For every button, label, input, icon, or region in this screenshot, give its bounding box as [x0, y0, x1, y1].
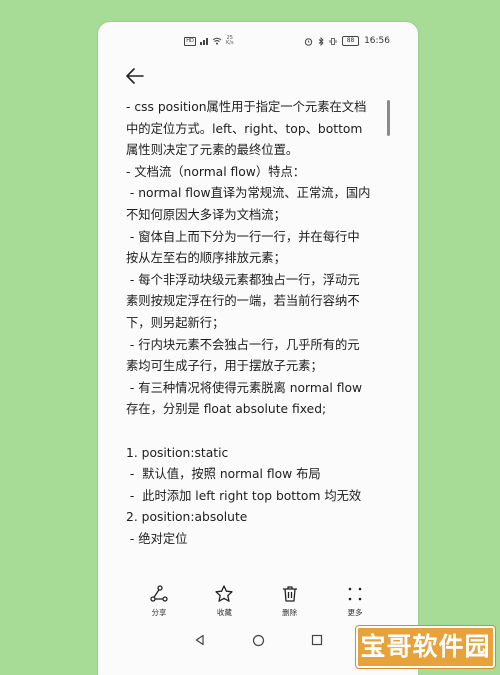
content-line: - 文档流（normal flow）特点：	[126, 164, 306, 179]
content-line: 素则按规定浮在行的一端，若当前行容纳不	[126, 294, 360, 309]
content-line: - css position属性用于指定一个元素在文档	[126, 100, 367, 114]
content-line: 下，则另起新行；	[126, 315, 225, 330]
content-line: 2. position:absolute	[126, 510, 248, 525]
status-right: 88 16:56	[304, 36, 390, 46]
content-line: - 此时添加 left right top bottom 均无效	[126, 488, 362, 503]
content-line: - 窗体自上而下分为一行一行，并在每行中	[126, 229, 360, 244]
content-line: 不知何原因大多译为文档流；	[126, 207, 286, 222]
status-left: HD 25 K/s	[184, 36, 234, 46]
favorite-button[interactable]: 收藏	[204, 584, 244, 624]
content-line: 属性则决定了元素的最终位置。	[126, 143, 299, 158]
delete-button[interactable]: 删除	[270, 584, 310, 624]
content-line: 1. position:static	[126, 445, 229, 460]
note-content: - css position属性用于指定一个元素在文档 中的定位方式。left、r…	[126, 97, 402, 550]
content-line: - 有三种情况将使得元素脱离 normal flow	[126, 380, 363, 395]
hd-signal-icon: HD	[184, 36, 196, 46]
more-button[interactable]: 更多	[335, 584, 375, 624]
content-line: 素均可生成子行，用于摆放子元素；	[126, 359, 323, 374]
content-line: 按从左至右的顺序排放元素；	[126, 251, 286, 266]
vibrate-icon	[329, 37, 337, 45]
phone-screen: HD 25 K/s 88 16:56 - css position属性用于指定一…	[98, 22, 418, 675]
cell-signal-icon	[200, 37, 208, 45]
status-time: 16:56	[364, 36, 390, 46]
network-speed: 25 K/s	[226, 35, 234, 46]
delete-label: 删除	[282, 608, 298, 617]
content-line: - 每个非浮动块级元素都独占一行，浮动元	[126, 272, 360, 287]
nav-recents-icon[interactable]	[311, 634, 323, 646]
watermark-logo: 宝哥软件园	[356, 626, 495, 668]
more-dots-icon	[348, 587, 362, 601]
alarm-icon	[304, 37, 313, 46]
bottom-toolbar: 分享 收藏 删除 更多	[98, 584, 418, 624]
star-icon	[215, 585, 233, 602]
share-icon	[150, 585, 168, 602]
bluetooth-icon	[318, 36, 324, 46]
nav-home-icon[interactable]	[252, 634, 265, 647]
battery-icon: 88	[342, 36, 360, 46]
nav-back-icon[interactable]	[194, 634, 206, 646]
status-bar: HD 25 K/s 88 16:56	[98, 34, 418, 50]
trash-icon	[282, 586, 297, 602]
content-line: - normal flow直译为常规流、正常流，国内	[126, 186, 371, 201]
content-line: 存在，分别是 float absolute fixed;	[126, 402, 327, 417]
content-line: - 绝对定位	[126, 531, 188, 546]
content-line: - 行内块元素不会独占一行，几乎所有的元	[126, 337, 360, 352]
content-line: - 默认值，按照 normal flow 布局	[126, 467, 321, 482]
favorite-label: 收藏	[216, 608, 232, 617]
content-line: 中的定位方式。left、right、top、bottom	[126, 121, 363, 136]
wifi-icon	[212, 37, 222, 45]
share-label: 分享	[151, 608, 167, 617]
share-button[interactable]: 分享	[139, 584, 179, 624]
back-arrow-icon[interactable]	[124, 66, 146, 86]
more-label: 更多	[347, 608, 363, 617]
